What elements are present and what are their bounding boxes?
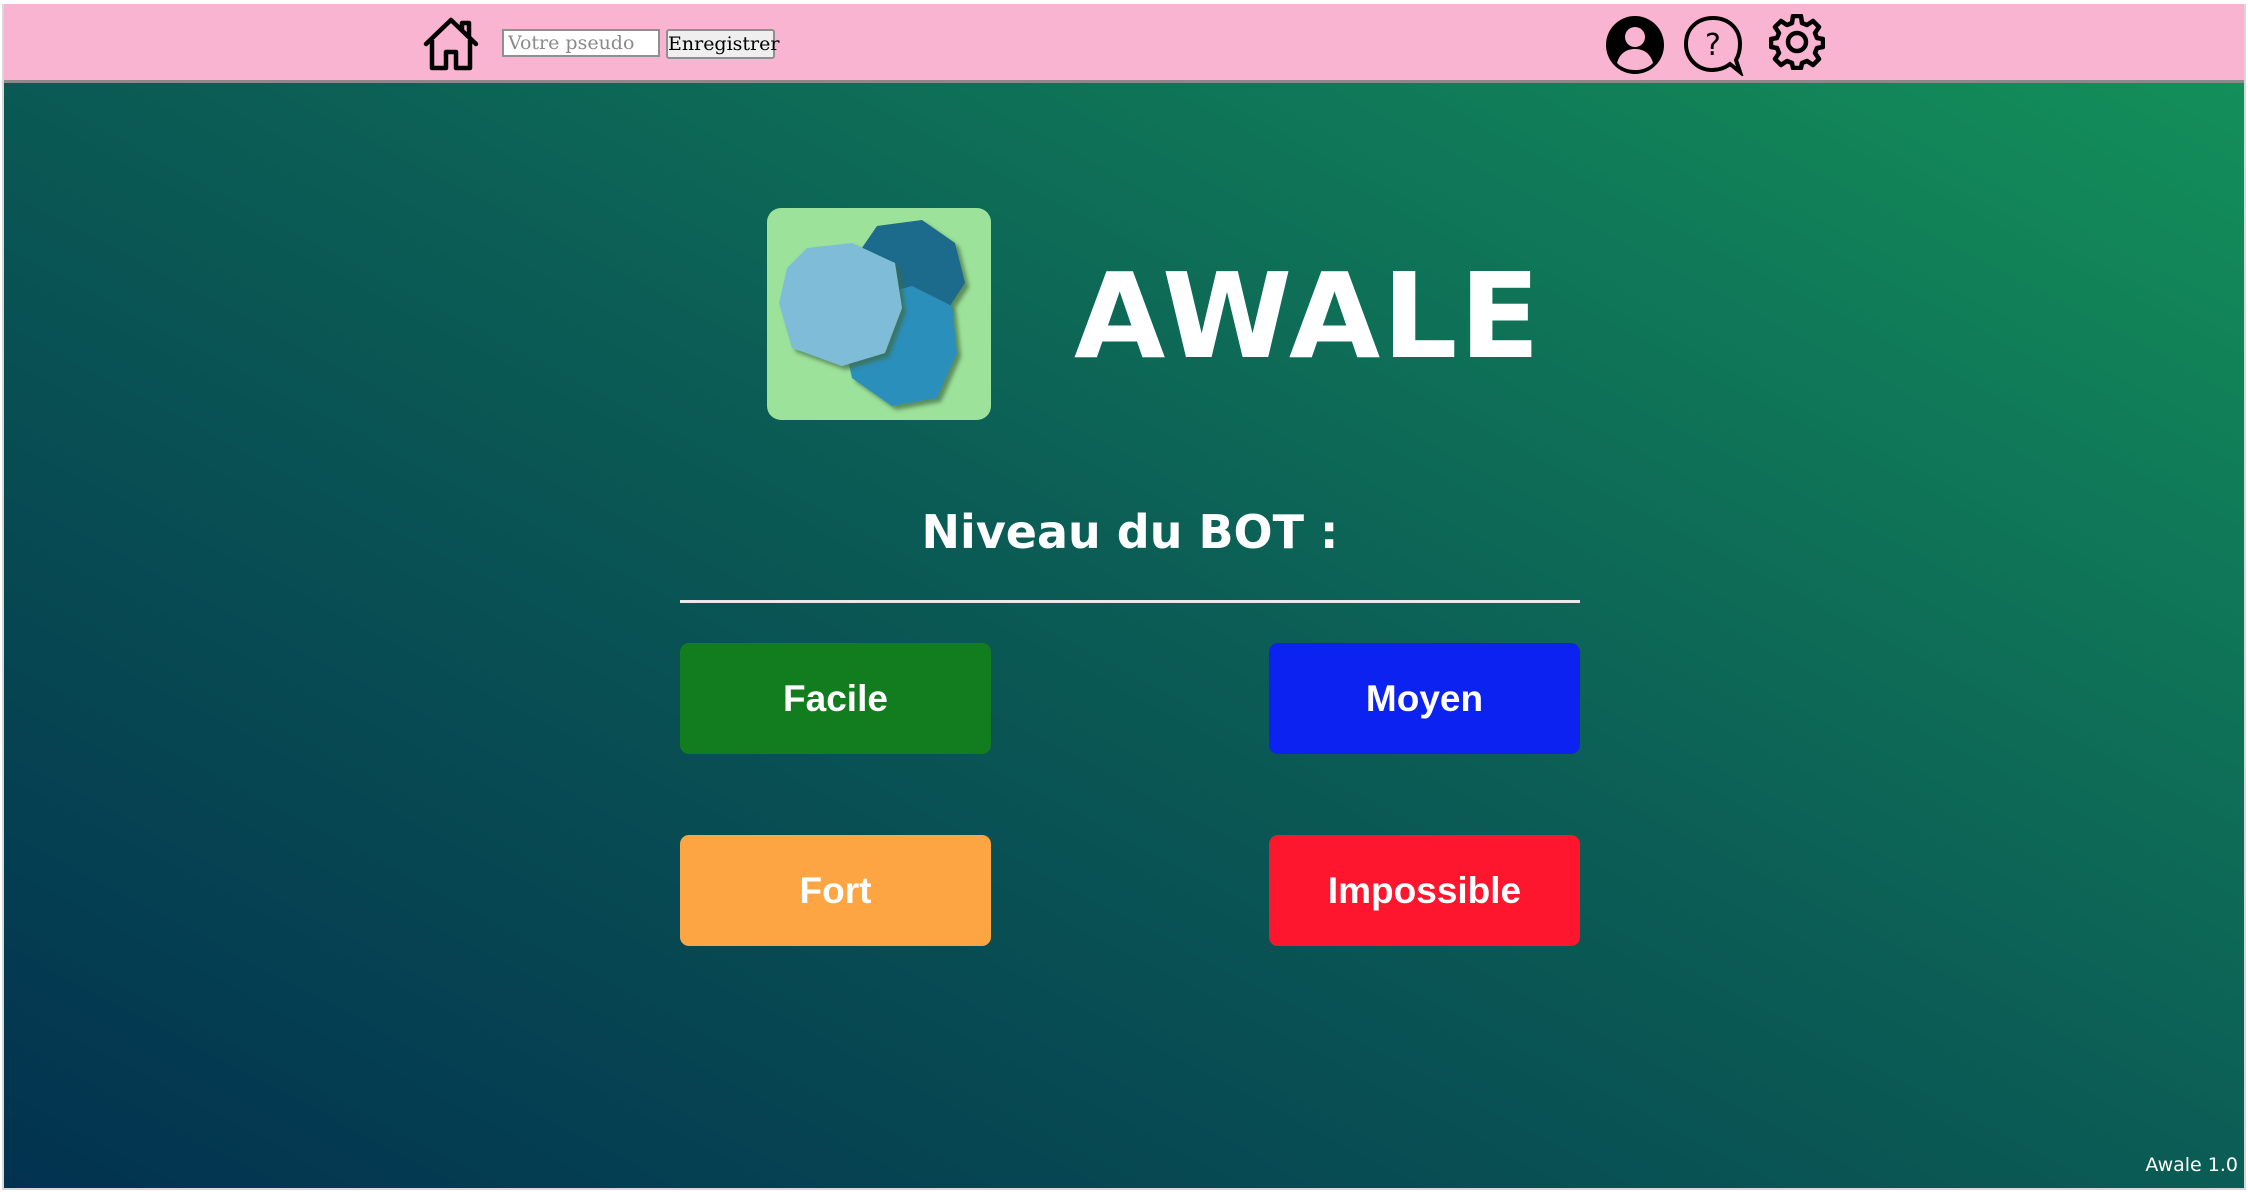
awale-logo: [767, 208, 991, 420]
app-window: Enregistrer ?: [2, 4, 2246, 1190]
app-title: AWALE: [1074, 247, 1542, 385]
level-easy-button[interactable]: Facile: [680, 643, 991, 754]
svg-text:?: ?: [1705, 28, 1721, 63]
home-icon[interactable]: [420, 14, 482, 72]
divider: [680, 600, 1580, 603]
top-bar: Enregistrer ?: [4, 4, 2244, 83]
version-label: Awale 1.0: [2145, 1154, 2238, 1176]
question-bubble-icon[interactable]: ?: [1682, 14, 1745, 78]
level-hard-button[interactable]: Fort: [680, 835, 991, 946]
pseudo-input[interactable]: [502, 29, 660, 57]
level-impossible-button[interactable]: Impossible: [1269, 835, 1580, 946]
bot-level-title: Niveau du BOT :: [921, 505, 1339, 559]
save-button[interactable]: Enregistrer: [666, 29, 779, 59]
level-medium-button[interactable]: Moyen: [1269, 643, 1580, 754]
gear-icon[interactable]: [1768, 13, 1831, 76]
user-circle-icon[interactable]: [1604, 14, 1666, 76]
